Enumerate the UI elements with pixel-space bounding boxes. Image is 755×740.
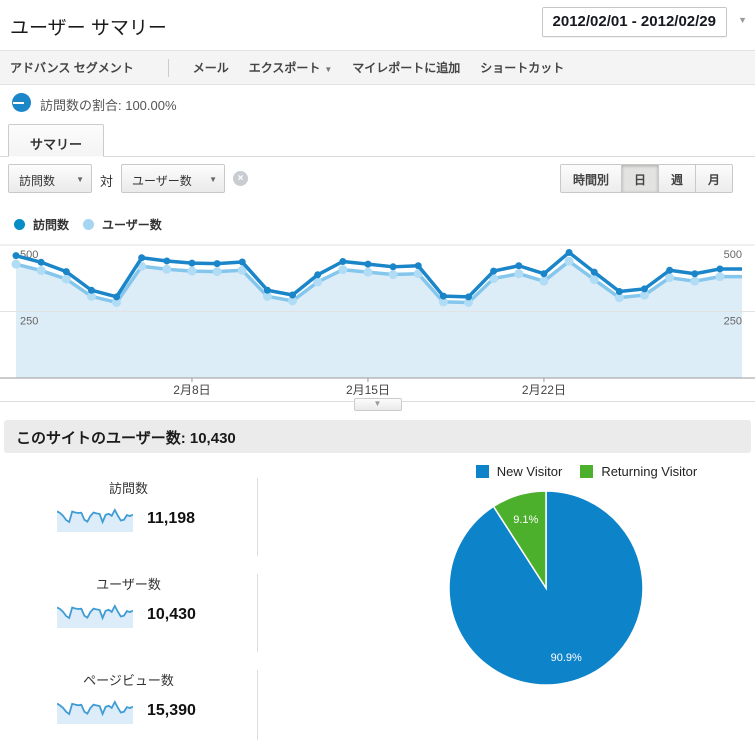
date-range-selector[interactable]: 2012/02/01 - 2012/02/29 xyxy=(541,7,727,37)
metric-value: 11,198 xyxy=(147,510,196,527)
metric-users: ユーザー数 10,430 xyxy=(0,574,258,652)
visits-timeseries-chart[interactable]: 250 250500 5002月8日 2月15日 2月22日 xyxy=(0,240,755,396)
chart-collapse-row: ▼ xyxy=(0,398,755,414)
chart-controls: 訪問数 ▼ 対 ユーザー数 ▼ × 時間別 日 週 月 xyxy=(0,164,755,196)
segment-label: 訪問数の割合: 100.00% xyxy=(40,98,177,113)
export-caret-icon: ▼ xyxy=(324,65,333,74)
series2-label: ユーザー数 xyxy=(102,217,162,232)
granularity-month-button[interactable]: 月 xyxy=(694,165,732,192)
summary-label: このサイトのユーザー数: xyxy=(16,430,186,447)
export-label: エクスポート xyxy=(248,61,321,75)
vs-label: 対 xyxy=(100,174,114,189)
report-toolbar: アドバンス セグメント メール エクスポート ▼ マイレポートに追加 ショートカッ… xyxy=(0,50,755,85)
granularity-hourly-button[interactable]: 時間別 xyxy=(560,165,621,192)
series1-dot-icon xyxy=(14,218,25,230)
visitor-type-pie-chart: 90.9% 9.1% xyxy=(448,490,644,686)
collapse-chart-button[interactable]: ▼ xyxy=(353,398,402,411)
svg-text:90.9%: 90.9% xyxy=(551,652,582,664)
metric-value: 15,390 xyxy=(147,702,196,719)
secondary-metric-select[interactable]: ユーザー数 ▼ xyxy=(121,164,225,193)
secondary-metric-label: ユーザー数 xyxy=(132,174,192,188)
export-button[interactable]: エクスポート ▼ xyxy=(239,59,343,76)
metrics-column: 訪問数 11,198 ユーザー数 10,430 ページビュー数 15,390 xyxy=(0,462,258,740)
toolbar-divider xyxy=(167,58,169,77)
clear-comparison-icon[interactable]: × xyxy=(233,171,248,186)
collapse-arrow-icon: ▼ xyxy=(373,399,382,408)
primary-metric-label: 訪問数 xyxy=(19,174,56,188)
segment-indicator-row: 訪問数の割合: 100.00% xyxy=(0,85,755,123)
metric-label: 訪問数 xyxy=(108,481,148,496)
pie-legend: New Visitor Returning Visitor xyxy=(400,464,755,479)
granularity-week-button[interactable]: 週 xyxy=(657,165,695,192)
chart-legend: 訪問数 ユーザー数 xyxy=(0,214,162,234)
svg-text:2月8日: 2月8日 xyxy=(173,383,210,396)
analytics-report-page: ユーザー サマリー 2012/02/01 - 2012/02/29 ▼ アドバン… xyxy=(0,0,755,740)
report-header: ユーザー サマリー 2012/02/01 - 2012/02/29 ▼ xyxy=(0,0,755,50)
svg-text:250: 250 xyxy=(20,316,38,328)
shortcut-button[interactable]: ショートカット xyxy=(470,59,574,76)
users-sparkline xyxy=(57,604,133,628)
svg-text:250: 250 xyxy=(724,316,742,328)
pageviews-sparkline xyxy=(57,700,133,724)
summary-value: 10,430 xyxy=(189,430,236,447)
visitor-type-section: New Visitor Returning Visitor 90.9% 9.1% xyxy=(400,458,755,740)
granularity-button-group: 時間別 日 週 月 xyxy=(559,164,733,193)
select-caret-icon: ▼ xyxy=(76,175,84,184)
metric-label: ページビュー数 xyxy=(83,673,174,688)
new-visitor-label: New Visitor xyxy=(496,464,563,479)
visits-sparkline xyxy=(57,508,133,532)
metric-value: 10,430 xyxy=(147,606,196,623)
mail-button[interactable]: メール xyxy=(183,59,239,76)
svg-text:2月22日: 2月22日 xyxy=(522,383,566,396)
series2-dot-icon xyxy=(83,218,95,230)
svg-text:2月15日: 2月15日 xyxy=(346,383,390,396)
date-range-dropdown-icon[interactable]: ▼ xyxy=(738,15,747,25)
tab-summary[interactable]: サマリー xyxy=(8,124,105,157)
site-users-summary-bar: このサイトのユーザー数: 10,430 xyxy=(4,420,751,453)
page-title: ユーザー サマリー xyxy=(10,18,167,39)
primary-metric-select[interactable]: 訪問数 ▼ xyxy=(8,164,92,193)
returning-visitor-label: Returning Visitor xyxy=(601,464,698,479)
svg-text:9.1%: 9.1% xyxy=(513,514,538,526)
svg-text:500: 500 xyxy=(724,249,742,261)
new-visitor-swatch-icon xyxy=(475,465,489,478)
advanced-segment-button[interactable]: アドバンス セグメント xyxy=(0,59,144,76)
date-range-value: 2012/02/01 - 2012/02/29 xyxy=(552,13,716,30)
returning-visitor-swatch-icon xyxy=(580,465,594,478)
metric-visits: 訪問数 11,198 xyxy=(0,478,258,556)
metric-pageviews: ページビュー数 15,390 xyxy=(0,670,258,740)
report-tab-bar: サマリー xyxy=(0,123,755,157)
select-caret-icon: ▼ xyxy=(209,175,217,184)
metric-label: ユーザー数 xyxy=(96,577,161,592)
granularity-day-button[interactable]: 日 xyxy=(620,165,658,192)
add-to-dashboard-button[interactable]: マイレポートに追加 xyxy=(342,59,470,76)
series1-label: 訪問数 xyxy=(33,217,70,232)
segment-pie-icon xyxy=(12,93,31,112)
